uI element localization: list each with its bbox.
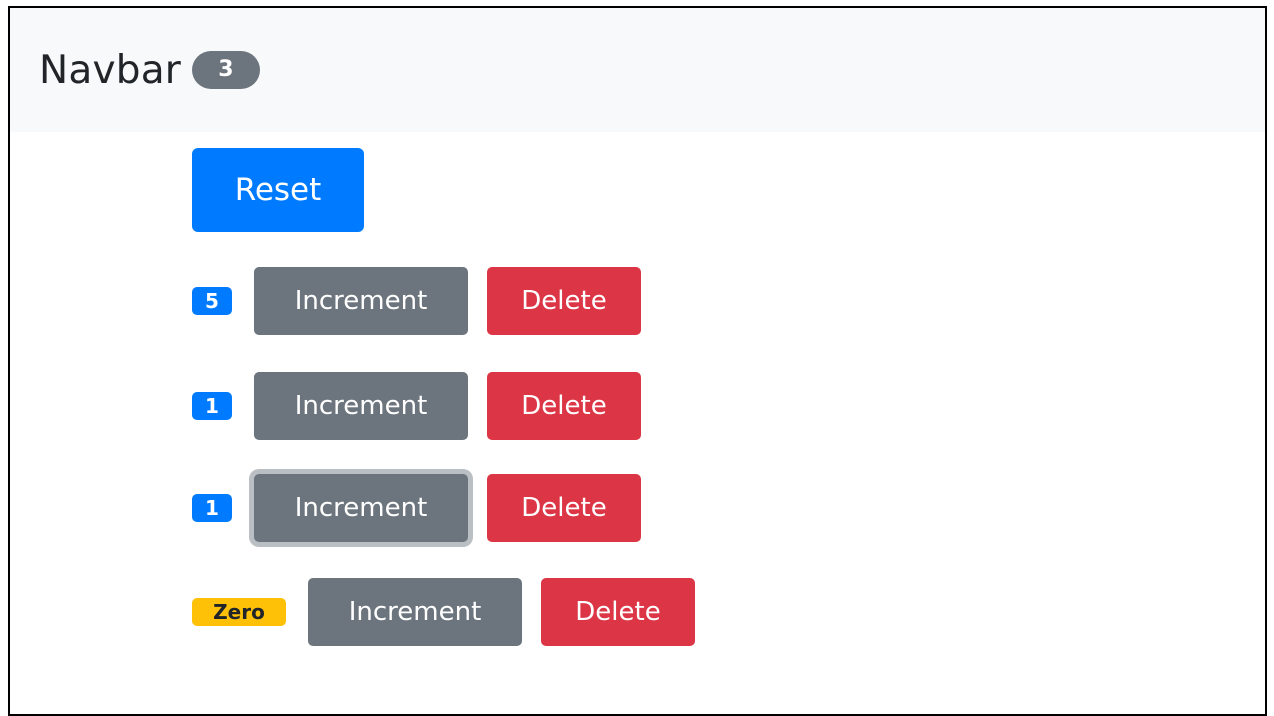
counter-row: 5 Increment Delete	[192, 267, 641, 335]
increment-button[interactable]: Increment	[308, 578, 522, 646]
counter-row: 1 Increment Delete	[192, 372, 641, 440]
counter-row: 1 Increment Delete	[192, 474, 641, 542]
delete-button[interactable]: Delete	[487, 372, 641, 440]
total-counters-badge: 3	[192, 51, 261, 89]
app-frame: Navbar 3 Reset 5 Increment Delete 1 Incr…	[8, 6, 1267, 716]
counter-value-badge: 1	[192, 494, 232, 522]
increment-button[interactable]: Increment	[254, 267, 468, 335]
increment-button[interactable]: Increment	[254, 474, 468, 542]
navbar-brand-label: Navbar	[39, 47, 182, 93]
counter-value-badge: 1	[192, 392, 232, 420]
delete-button[interactable]: Delete	[541, 578, 695, 646]
delete-button[interactable]: Delete	[487, 474, 641, 542]
counter-row: Zero Increment Delete	[192, 578, 695, 646]
counter-value-badge: 5	[192, 287, 232, 315]
navbar: Navbar 3	[10, 8, 1265, 132]
delete-button[interactable]: Delete	[487, 267, 641, 335]
navbar-brand[interactable]: Navbar 3	[39, 47, 261, 93]
reset-button[interactable]: Reset	[192, 148, 364, 232]
counter-value-badge: Zero	[192, 598, 286, 626]
increment-button[interactable]: Increment	[254, 372, 468, 440]
